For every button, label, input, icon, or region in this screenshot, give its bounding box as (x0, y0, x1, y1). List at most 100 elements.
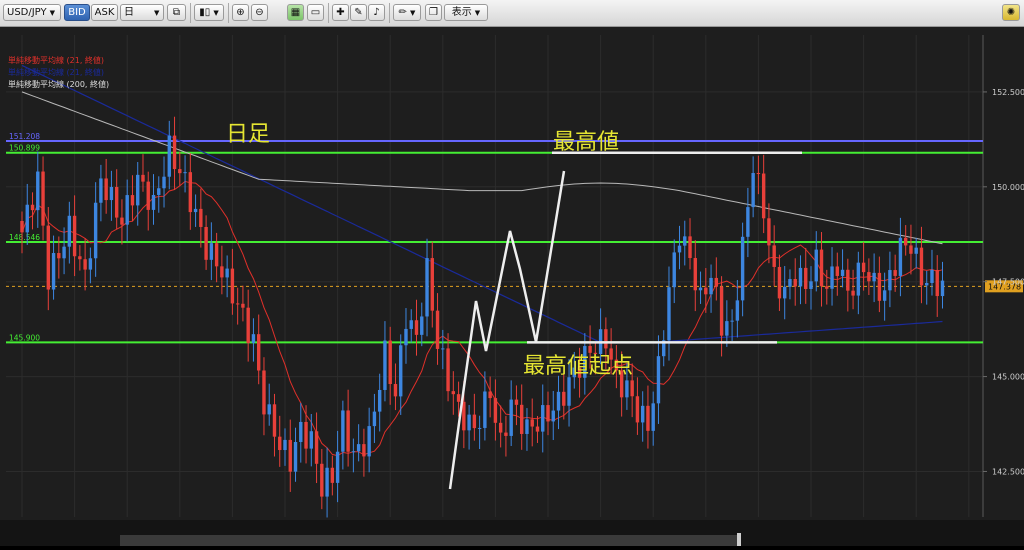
chevron-down-icon: ▼ (213, 9, 219, 17)
chart-type-select[interactable]: ▮▯ ▼ (194, 4, 224, 21)
candle-body (693, 258, 697, 291)
zoom-out-icon[interactable]: ⊖ (251, 4, 268, 21)
candle-body (903, 237, 908, 246)
candle-body (446, 348, 450, 392)
chevron-down-icon: ▼ (410, 9, 416, 17)
candle-body (430, 258, 434, 311)
lightbulb-icon[interactable]: ✺ (1002, 4, 1020, 21)
sync-icon[interactable]: ⧉ (167, 4, 186, 21)
legend-ma200: 単純移動平均線 (200, 終値) (8, 79, 109, 89)
candle-body (172, 135, 177, 170)
high-origin-annotation: 最高値起点 (523, 354, 633, 379)
chart-area[interactable]: 151.208 150.899 148.546 145.900 147.378 単純移動… (0, 27, 1024, 546)
candle-body (498, 422, 503, 433)
edit-indicator-icon[interactable]: ✎ (350, 4, 367, 21)
candle-body (372, 411, 377, 427)
candle-body (456, 394, 461, 402)
bid-button[interactable]: BID (64, 4, 90, 21)
candle-body (761, 173, 766, 219)
candle-body (420, 316, 424, 335)
candle-body (278, 436, 282, 451)
navigator-handle[interactable] (737, 533, 741, 546)
add-indicator-icon[interactable]: ✚ (332, 4, 349, 21)
candle-body (872, 272, 876, 282)
candle-body (304, 421, 308, 449)
candle-body (562, 391, 566, 406)
timeframe-label: 日 (124, 7, 134, 18)
zoom-in-icon[interactable]: ⊕ (232, 4, 249, 21)
navigator-scrollbar[interactable] (120, 535, 740, 546)
candle-body (520, 404, 524, 434)
candle-body (919, 247, 924, 286)
candle-body (167, 135, 171, 177)
candle-body (893, 270, 897, 276)
y-tick-label: 142.500 (992, 467, 1024, 476)
level-label: 150.899 (9, 144, 40, 153)
candle-body (767, 218, 771, 246)
candle-body (241, 303, 245, 308)
candle-body (672, 252, 676, 288)
candle-body (441, 348, 445, 350)
display-label: 表示 (451, 7, 472, 18)
candle-body (514, 399, 519, 405)
draw-tool-select[interactable]: ✏ ▼ (393, 4, 421, 21)
candle-body (341, 410, 345, 452)
candle-body (856, 262, 861, 296)
candle-body (640, 405, 645, 423)
candle-body (267, 404, 271, 415)
candle-body (351, 451, 356, 453)
candle-body (162, 176, 166, 189)
candle-body (257, 334, 261, 371)
candle-body (546, 405, 550, 422)
candle-body (846, 269, 850, 291)
candle-body (535, 426, 540, 432)
candle-body (804, 267, 808, 289)
candle-body (504, 432, 508, 436)
timeframe-select[interactable]: 日 ▼ (120, 4, 164, 21)
candle-body (793, 279, 797, 287)
y-tick-label: 145.000 (992, 373, 1024, 382)
candle-body (746, 207, 750, 237)
candle-body (525, 419, 529, 434)
candle-body (725, 321, 729, 336)
candle-body (78, 256, 82, 260)
candle-body (262, 370, 266, 415)
candle-icon: ▮▯ (199, 7, 211, 18)
price-chart[interactable]: 151.208150.899148.546145.900147.378 単純移動… (0, 27, 1024, 546)
candle-body (709, 277, 713, 295)
candle-body (840, 269, 845, 276)
copy-icon[interactable]: ❐ (425, 4, 442, 21)
candle-body (335, 451, 340, 483)
candle-body (67, 215, 72, 247)
grid-icon[interactable]: ▦ (287, 4, 304, 21)
chevron-down-icon: ▼ (49, 9, 55, 17)
candle-body (477, 427, 482, 429)
candle-body (567, 377, 571, 406)
candle-body (183, 172, 187, 174)
symbol-select[interactable]: USD/JPY ▼ (3, 4, 61, 21)
ask-button[interactable]: ASK (91, 4, 118, 21)
sound-icon[interactable]: ♪ (368, 4, 385, 21)
window-icon[interactable]: ▭ (307, 4, 324, 21)
symbol-label: USD/JPY (7, 7, 47, 18)
candle-body (688, 236, 692, 259)
candle-body (225, 268, 229, 278)
candle-body (898, 237, 903, 276)
display-menu[interactable]: 表示 ▼ (444, 4, 488, 21)
candle-body (783, 286, 787, 299)
candle-body (309, 431, 313, 449)
candle-body (57, 253, 61, 259)
candle-body (283, 439, 287, 451)
candle-body (882, 290, 887, 301)
chart-toolbar: USD/JPY ▼ BID ASK 日 ▼ ⧉ ▮▯ ▼ ⊕ ⊖ ▦ ▭ ✚ ✎ ♪ … (0, 0, 1024, 27)
level-label: 148.546 (9, 233, 40, 242)
candle-body (136, 174, 140, 206)
candle-body (698, 287, 703, 291)
candle-body (235, 303, 240, 305)
candle-body (146, 181, 150, 210)
candle-body (556, 391, 561, 411)
candle-body (30, 204, 35, 211)
candle-body (530, 419, 534, 427)
candle-body (488, 391, 492, 399)
candle-body (414, 320, 419, 335)
